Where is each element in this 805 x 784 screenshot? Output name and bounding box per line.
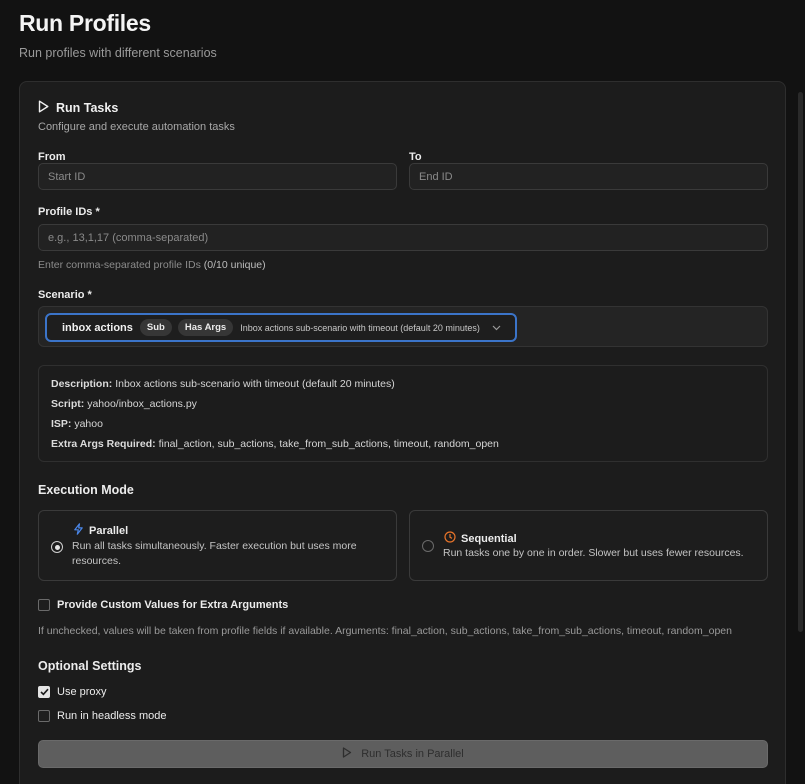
headless-label: Run in headless mode <box>57 710 167 722</box>
chevron-down-icon <box>492 323 501 333</box>
play-icon <box>38 100 49 116</box>
info-isp-value: yahoo <box>74 418 103 430</box>
scenario-name: inbox actions <box>62 321 133 334</box>
sub-badge: Sub <box>139 319 172 336</box>
info-description-label: Description: <box>51 378 113 390</box>
parallel-description-line1: Run all tasks simultaneously. Faster exe… <box>72 540 357 552</box>
from-input[interactable] <box>38 163 397 190</box>
info-extra-args: Extra Args Required: final_action, sub_a… <box>51 436 755 456</box>
clock-icon <box>444 531 456 546</box>
custom-values-option[interactable]: Provide Custom Values for Extra Argument… <box>38 599 288 611</box>
parallel-title: Parallel <box>89 524 129 537</box>
profile-ids-label: Profile IDs * <box>38 206 100 218</box>
sequential-radio[interactable] <box>422 540 434 552</box>
parallel-description: Run all tasks simultaneously. Faster exe… <box>72 539 357 569</box>
info-description-value: Inbox actions sub-scenario with timeout … <box>115 378 395 390</box>
use-proxy-checkbox[interactable] <box>38 686 50 698</box>
play-icon <box>342 747 352 761</box>
optional-settings-title: Optional Settings <box>38 659 142 673</box>
card-title: Run Tasks <box>56 101 119 115</box>
profile-ids-input[interactable] <box>38 224 768 251</box>
page-subtitle: Run profiles with different scenarios <box>19 46 217 60</box>
run-tasks-card: Run Tasks Configure and execute automati… <box>19 81 786 784</box>
scrollbar[interactable] <box>798 92 803 632</box>
card-header: Run Tasks <box>38 100 118 116</box>
info-script-value: yahoo/inbox_actions.py <box>87 398 197 410</box>
run-tasks-button-label: Run Tasks in Parallel <box>361 748 464 760</box>
sequential-option[interactable]: Sequential Run tasks one by one in order… <box>409 510 768 581</box>
run-tasks-button[interactable]: Run Tasks in Parallel <box>38 740 768 768</box>
card-description: Configure and execute automation tasks <box>38 121 235 133</box>
info-isp-label: ISP: <box>51 418 72 430</box>
sequential-title: Sequential <box>461 532 517 545</box>
info-isp: ISP: yahoo <box>51 416 755 436</box>
use-proxy-label: Use proxy <box>57 686 107 698</box>
custom-values-hint: If unchecked, values will be taken from … <box>38 625 732 637</box>
scenario-description: Inbox actions sub-scenario with timeout … <box>240 322 480 333</box>
scenario-field: inbox actions Sub Has Args Inbox actions… <box>38 306 768 347</box>
execution-mode-title: Execution Mode <box>38 483 134 497</box>
headless-option[interactable]: Run in headless mode <box>38 710 166 722</box>
custom-values-label: Provide Custom Values for Extra Argument… <box>57 599 289 611</box>
info-description: Description: Inbox actions sub-scenario … <box>51 376 755 396</box>
parallel-radio[interactable] <box>51 541 63 553</box>
sequential-title-row: Sequential <box>444 531 517 546</box>
to-input[interactable] <box>409 163 768 190</box>
lightning-icon <box>73 523 84 538</box>
info-extra-args-value: final_action, sub_actions, take_from_sub… <box>158 438 499 450</box>
profile-ids-count: (0/10 unique) <box>203 259 266 271</box>
info-script-label: Script: <box>51 398 85 410</box>
has-args-badge: Has Args <box>177 319 234 336</box>
parallel-description-line2: resources. <box>72 555 122 567</box>
use-proxy-option[interactable]: Use proxy <box>38 686 107 698</box>
custom-values-checkbox[interactable] <box>38 599 50 611</box>
parallel-option[interactable]: Parallel Run all tasks simultaneously. F… <box>38 510 397 581</box>
check-icon <box>39 688 49 696</box>
sequential-description: Run tasks one by one in order. Slower bu… <box>443 547 744 559</box>
scenario-select[interactable]: inbox actions Sub Has Args Inbox actions… <box>45 313 517 342</box>
info-script: Script: yahoo/inbox_actions.py <box>51 396 755 416</box>
info-extra-args-label: Extra Args Required: <box>51 438 156 450</box>
profile-ids-hint-text: Enter comma-separated profile IDs <box>38 259 201 271</box>
profile-ids-hint: Enter comma-separated profile IDs (0/10 … <box>38 259 266 271</box>
parallel-title-row: Parallel <box>73 523 128 538</box>
headless-checkbox[interactable] <box>38 710 50 722</box>
page-title: Run Profiles <box>19 10 151 36</box>
scenario-label: Scenario * <box>38 289 92 301</box>
scenario-info-box: Description: Inbox actions sub-scenario … <box>38 365 768 462</box>
from-label: From <box>38 151 66 163</box>
to-label: To <box>409 151 422 163</box>
